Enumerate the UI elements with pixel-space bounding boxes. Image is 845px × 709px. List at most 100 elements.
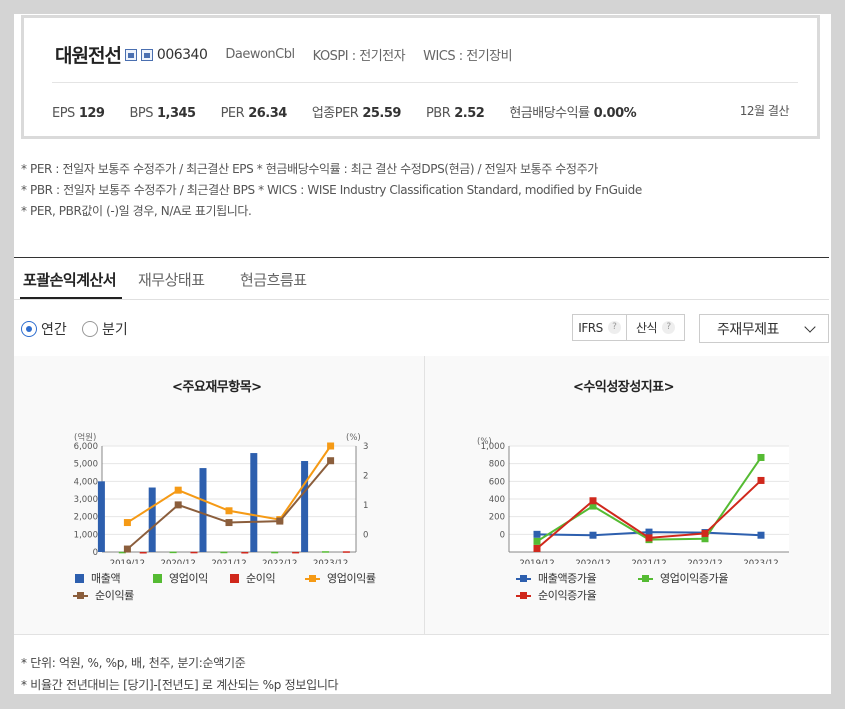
y-unit: (%) <box>477 437 492 447</box>
y-tick-label: 400 <box>489 495 505 505</box>
bar-매출액 <box>301 461 309 552</box>
metric-bps: BPS 1,345 <box>129 106 196 121</box>
point-순이익률 <box>225 519 233 527</box>
formula-label: 산식 <box>635 321 658 335</box>
note-line: * PER, PBR값이 (-)일 경우, N/A로 표기됩니다. <box>21 204 252 218</box>
x-tick-label: 2022/12 <box>687 559 722 564</box>
y-tick-label: 800 <box>489 460 505 470</box>
point-영업이익증가율 <box>533 537 541 545</box>
x-tick-label: 2019/12 <box>110 559 145 564</box>
chevron-down-icon <box>804 321 816 333</box>
bar-영업이익 <box>322 551 329 553</box>
home-icon[interactable] <box>124 48 137 61</box>
point-매출액증가율 <box>589 531 597 539</box>
metrics-row: EPS 129 BPS 1,345 PER 26.34 업종PER 25.59 PBR 2… <box>52 102 661 121</box>
bar-순이익 <box>241 552 249 554</box>
point-영업이익률 <box>225 507 233 515</box>
point-영업이익률 <box>327 442 335 450</box>
radio-quarter[interactable]: 분기 <box>82 319 128 339</box>
bar-순이익 <box>190 551 198 554</box>
y-tick-label-left: 4,000 <box>74 477 98 487</box>
statement-type-select[interactable]: 주재무제표 <box>699 314 829 343</box>
bar-매출액 <box>199 468 207 552</box>
help-icon: ? <box>662 321 676 334</box>
legend-swatch <box>75 573 84 583</box>
ifrs-help-button[interactable]: IFRS ? <box>572 314 627 341</box>
x-tick-label: 2023/12 <box>313 559 348 564</box>
y-tick-label: 200 <box>489 513 505 523</box>
radio-quarter-label: 분기 <box>102 322 128 338</box>
help-icon: ? <box>607 321 621 334</box>
note-line: * PBR : 전일자 보통주 수정주가 / 최근결산 BPS * WICS :… <box>21 183 642 197</box>
bar-매출액 <box>148 487 156 552</box>
growth-metrics-chart: 02004006008001,000(%)2019/12 2020/12 2021/… <box>477 437 789 564</box>
legend-swatch <box>230 573 239 583</box>
company-header-box: 대원전선 006340 DaewonCbl KOSPI : 전기전자 WICS … <box>21 15 820 139</box>
panel-divider <box>424 356 425 634</box>
legend-revenue-growth[interactable]: 매출액증가율 <box>516 570 597 586</box>
point-순이익률 <box>174 501 182 509</box>
y-tick-label-right: 3 <box>363 442 368 452</box>
x-tick-label: 2020/12 <box>575 559 610 564</box>
point-순이익률 <box>327 457 335 465</box>
y-tick-label-left: 2,000 <box>74 513 98 523</box>
legend-swatch <box>638 574 653 583</box>
legend-swatch <box>153 573 162 583</box>
tab-income-statement[interactable]: 포괄손익계산서 <box>23 269 117 290</box>
english-name: DaewonCbl <box>225 47 295 62</box>
y-tick-label-right: 1 <box>363 501 368 511</box>
x-tick-label: 2020/12 <box>161 559 196 564</box>
bar-영업이익 <box>271 551 279 554</box>
point-순이익증가율 <box>701 529 709 537</box>
point-순이익률 <box>123 545 131 553</box>
legend-revenue[interactable]: 매출액 <box>75 570 121 586</box>
point-순이익증가율 <box>589 497 597 505</box>
growth-metrics-title: <수익성장성지표> <box>573 380 675 395</box>
point-영업이익증가율 <box>757 453 765 461</box>
ifrs-label: IFRS <box>578 320 603 335</box>
key-financials-chart: 0 1,000 2,000 3,000 4,000 5,000 6,000 0 1 2 3 (억원) (… <box>74 432 369 564</box>
legend-operating-growth[interactable]: 영업이익증가율 <box>638 570 728 586</box>
footnote-line: * 단위: 억원, %, %p, 배, 천주, 분기:순액기준 <box>21 656 246 670</box>
market-sector: KOSPI : 전기전자 <box>312 49 406 64</box>
bar-매출액 <box>97 481 105 552</box>
point-매출액증가율 <box>533 530 541 538</box>
legend-net-income[interactable]: 순이익 <box>230 570 276 586</box>
legend-net-margin[interactable]: 순이익률 <box>73 587 134 603</box>
radio-checked-icon <box>21 321 37 337</box>
x-tick-label: 2022/12 <box>262 559 297 564</box>
y-unit-left: (억원) <box>74 432 96 443</box>
y-tick-label-left: 0 <box>93 548 98 558</box>
bar-순이익 <box>139 552 147 554</box>
legend-swatch <box>73 591 88 600</box>
legend-net-growth[interactable]: 순이익증가율 <box>516 587 597 603</box>
bar-순이익 <box>342 551 350 553</box>
company-name: 대원전선 <box>55 45 122 67</box>
ir-icon[interactable] <box>140 48 153 61</box>
stock-code: 006340 <box>156 46 208 63</box>
point-순이익증가율 <box>757 476 765 484</box>
legend-swatch <box>516 591 531 600</box>
legend-operating-margin[interactable]: 영업이익률 <box>305 570 376 586</box>
radio-unchecked-icon <box>82 321 98 337</box>
y-tick-label-left: 6,000 <box>74 442 98 452</box>
y-tick-label: 600 <box>489 477 505 487</box>
tab-cash-flow[interactable]: 현금흐름표 <box>240 269 307 290</box>
point-순이익증가율 <box>533 544 541 552</box>
tabs-bottom-line <box>14 299 829 300</box>
y-tick-label-right: 0 <box>363 530 368 540</box>
radio-annual[interactable]: 연간 <box>21 319 67 339</box>
y-tick-label-left: 5,000 <box>74 460 98 470</box>
select-value: 주재무제표 <box>717 321 779 338</box>
metric-eps: EPS 129 <box>52 106 105 121</box>
point-순이익증가율 <box>645 534 653 542</box>
bar-순이익 <box>292 551 300 554</box>
wics-sector: WICS : 전기장비 <box>423 49 513 64</box>
tab-balance-sheet[interactable]: 재무상태표 <box>138 269 205 290</box>
y-tick-label: 0 <box>500 530 505 540</box>
x-tick-label: 2021/12 <box>211 559 246 564</box>
point-매출액증가율 <box>757 531 765 539</box>
bar-영업이익 <box>169 551 177 554</box>
legend-operating-profit[interactable]: 영업이익 <box>153 570 208 586</box>
formula-help-button[interactable]: 산식 ? <box>627 314 685 341</box>
